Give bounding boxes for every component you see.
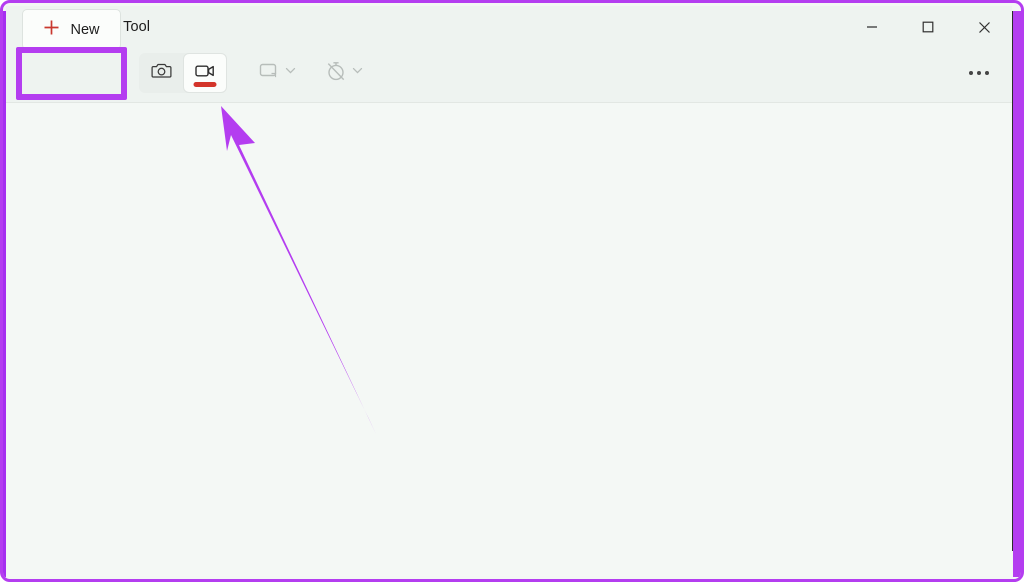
ellipsis-icon xyxy=(977,71,981,75)
camera-icon xyxy=(150,60,172,86)
see-more-button[interactable] xyxy=(959,55,999,91)
window-edge-hairline-right xyxy=(1012,11,1013,551)
ellipsis-icon xyxy=(985,71,989,75)
ellipsis-icon xyxy=(969,71,973,75)
rectangle-snip-icon xyxy=(258,60,280,87)
maximize-button[interactable] xyxy=(900,6,956,48)
minimize-button[interactable] xyxy=(844,6,900,48)
window-controls xyxy=(844,6,1012,48)
capture-mode-group xyxy=(139,53,227,93)
new-button-label: New xyxy=(70,21,100,38)
title-bar: Snipping Tool xyxy=(6,6,1012,48)
snip-mode-dropdown[interactable] xyxy=(258,55,297,91)
close-button[interactable] xyxy=(956,6,1012,48)
annotation-frame-right xyxy=(1013,11,1021,577)
recording-mode-indicator xyxy=(193,82,217,87)
delay-dropdown[interactable] xyxy=(325,55,364,91)
capture-canvas[interactable] xyxy=(6,103,1012,576)
new-button[interactable]: New xyxy=(22,9,121,50)
timer-off-icon xyxy=(325,60,347,87)
video-record-mode-button[interactable] xyxy=(183,53,227,93)
plus-icon xyxy=(43,19,60,40)
chevron-down-icon xyxy=(351,64,364,82)
chevron-down-icon xyxy=(284,64,297,82)
snipping-tool-window: Snipping Tool xyxy=(0,0,1024,582)
screenshot-mode-button[interactable] xyxy=(139,53,183,93)
